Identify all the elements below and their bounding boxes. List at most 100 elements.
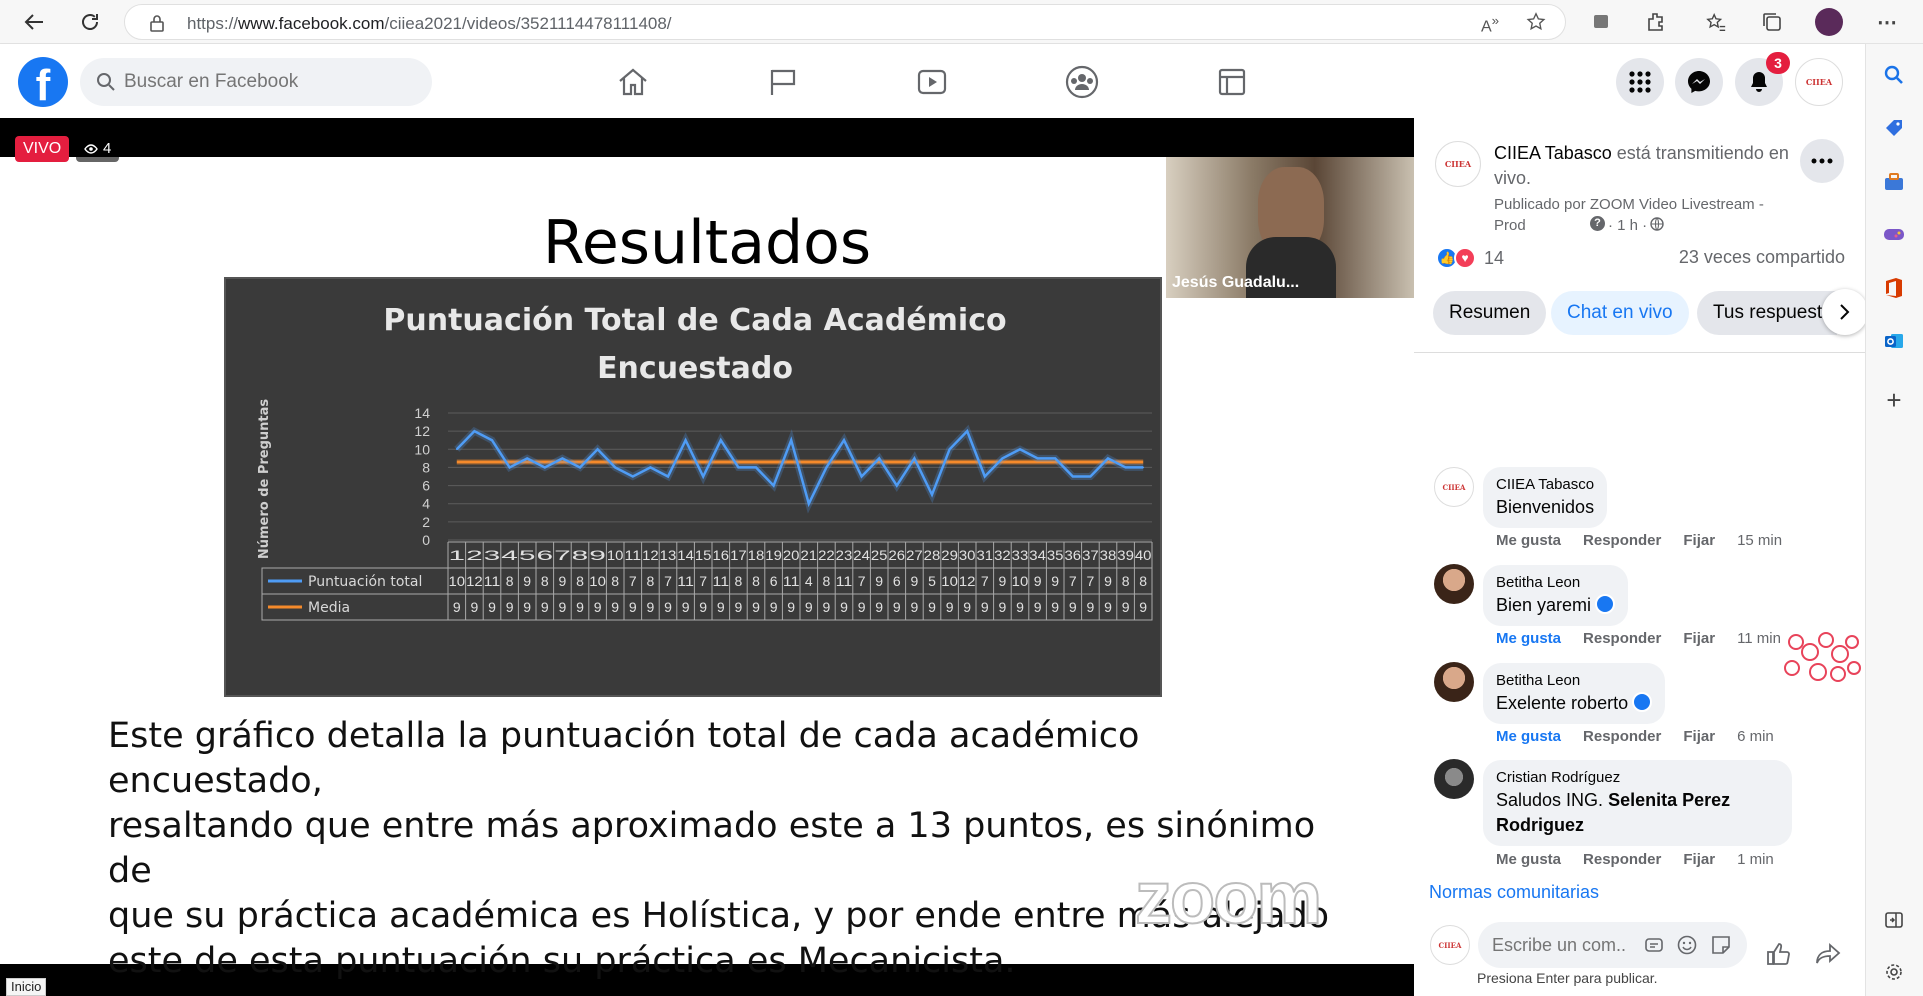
groups-icon[interactable]	[1060, 60, 1104, 104]
comment-time[interactable]: 6 min	[1737, 728, 1774, 745]
comment-avatar[interactable]: CIIEA	[1434, 467, 1474, 507]
x-tick-label: 40	[1135, 547, 1152, 563]
pin-link[interactable]: Fijar	[1683, 728, 1715, 745]
pin-link[interactable]: Fijar	[1683, 630, 1715, 647]
account-avatar[interactable]: CIIEA	[1795, 58, 1843, 106]
data-label: 9	[1034, 573, 1042, 589]
x-tick-label: 2	[466, 547, 483, 563]
sidebar-search-icon[interactable]	[1880, 61, 1908, 89]
data-label: 9	[1139, 599, 1147, 615]
comment-author[interactable]: Betitha Leon	[1496, 671, 1652, 691]
gaming-icon[interactable]	[1210, 60, 1254, 104]
like-link[interactable]: Me gusta	[1496, 851, 1561, 868]
add-sidebar-app-icon[interactable]: +	[1880, 385, 1908, 415]
tab-summary[interactable]: Resumen	[1433, 291, 1547, 335]
x-tick-label: 33	[1012, 547, 1029, 563]
share-arrow-icon[interactable]	[1815, 942, 1841, 966]
data-label: 9	[506, 599, 514, 615]
outlook-icon[interactable]	[1880, 327, 1908, 355]
page-name[interactable]: CIIEA Tabasco	[1494, 143, 1612, 163]
comment-author[interactable]: Cristian Rodríguez	[1496, 768, 1779, 788]
lock-icon[interactable]	[149, 14, 165, 32]
search-box[interactable]	[80, 58, 432, 106]
office-icon[interactable]	[1880, 274, 1908, 302]
add-favorite-icon[interactable]	[1525, 11, 1547, 33]
pin-link[interactable]: Fijar	[1683, 851, 1715, 868]
community-standards-link[interactable]: Normas comunitarias	[1429, 882, 1599, 903]
data-point	[1054, 457, 1056, 460]
help-icon[interactable]: ?	[1590, 216, 1605, 231]
read-aloud-icon[interactable]: A»	[1481, 13, 1499, 36]
like-link[interactable]: Me gusta	[1496, 532, 1561, 549]
y-tick-label: 6	[422, 478, 430, 494]
hearts-animation-icon	[1782, 628, 1862, 684]
tools-briefcase-icon[interactable]	[1880, 168, 1908, 196]
address-bar[interactable]: https://www.facebook.com/ciiea2021/video…	[124, 4, 1566, 40]
tab-live-chat[interactable]: Chat en vivo	[1551, 291, 1689, 335]
share-count[interactable]: 23 veces compartido	[1672, 247, 1845, 268]
thumbs-up-icon[interactable]	[1766, 941, 1792, 967]
back-arrow-icon[interactable]	[18, 6, 50, 38]
comment-bubble: CIIEA Tabasco Bienvenidos	[1483, 467, 1608, 528]
hide-sidebar-icon[interactable]	[1880, 906, 1908, 934]
collections-icon[interactable]	[1759, 9, 1785, 35]
speaker-video-thumbnail[interactable]: Jesús Guadalu...	[1166, 157, 1414, 298]
data-label: 8	[752, 573, 760, 589]
slide-body-line: Este gráfico detalla la puntuación total…	[108, 716, 1140, 801]
reply-link[interactable]: Responder	[1583, 851, 1661, 868]
menu-grid-icon[interactable]	[1616, 58, 1664, 106]
favorites-icon[interactable]	[1703, 9, 1729, 35]
more-options-icon[interactable]	[1800, 139, 1844, 183]
comment-input[interactable]	[1492, 922, 1627, 968]
page-avatar[interactable]: CIIEA	[1435, 141, 1481, 187]
comment-bubble: Betitha Leon Bien yaremi	[1483, 565, 1629, 626]
reply-link[interactable]: Responder	[1583, 532, 1661, 549]
messenger-icon[interactable]	[1675, 58, 1723, 106]
comment-time[interactable]: 15 min	[1737, 532, 1782, 549]
comment-time[interactable]: 1 min	[1737, 851, 1774, 868]
pages-flag-icon[interactable]	[761, 60, 805, 104]
data-label: 7	[858, 573, 866, 589]
comment-composer[interactable]	[1478, 922, 1747, 968]
data-point	[913, 457, 916, 460]
sticker-icon[interactable]	[1644, 935, 1664, 955]
x-tick-label: 8	[572, 547, 589, 563]
data-point	[508, 466, 511, 469]
home-icon[interactable]	[611, 60, 655, 104]
gif-sticker-icon[interactable]	[1710, 934, 1732, 956]
reactions-summary[interactable]: 👍 ♥ 14	[1436, 246, 1504, 270]
emoji-icon[interactable]	[1676, 934, 1698, 956]
comment-time[interactable]: 11 min	[1737, 630, 1781, 647]
pin-link[interactable]: Fijar	[1683, 532, 1715, 549]
facebook-logo[interactable]: f	[18, 57, 68, 107]
collections-flag-icon[interactable]	[1588, 9, 1614, 35]
url-text[interactable]: https://www.facebook.com/ciiea2021/video…	[187, 14, 672, 34]
comment-author[interactable]: Betitha Leon	[1496, 573, 1615, 593]
chevron-right-icon[interactable]	[1822, 289, 1868, 335]
search-input[interactable]	[124, 58, 414, 106]
comment-avatar[interactable]	[1434, 759, 1474, 799]
watch-video-icon[interactable]	[910, 60, 954, 104]
reload-icon[interactable]	[74, 6, 106, 38]
games-icon[interactable]	[1880, 220, 1908, 248]
x-tick-label: 34	[1029, 547, 1046, 563]
data-point	[649, 466, 652, 469]
comment-author[interactable]: CIIEA Tabasco	[1496, 475, 1594, 495]
data-label: 9	[928, 599, 936, 615]
sidebar-settings-gear-icon[interactable]	[1880, 958, 1908, 986]
like-link[interactable]: Me gusta	[1496, 728, 1561, 745]
reply-link[interactable]: Responder	[1583, 728, 1661, 745]
comment-actions: Me gusta Responder Fijar 11 min	[1496, 630, 1803, 647]
data-point	[1019, 448, 1021, 451]
settings-more-icon[interactable]: ⋯	[1874, 9, 1900, 35]
reply-link[interactable]: Responder	[1583, 630, 1661, 647]
comment-avatar[interactable]	[1434, 662, 1474, 702]
shopping-tag-icon[interactable]	[1880, 114, 1908, 142]
post-time[interactable]: · 1 h ·	[1608, 215, 1647, 236]
extensions-icon[interactable]	[1643, 9, 1669, 35]
x-tick-label: 29	[941, 547, 958, 563]
tab-your-answers[interactable]: Tus respuestas	[1697, 291, 1837, 335]
comment-avatar[interactable]	[1434, 564, 1474, 604]
profile-avatar[interactable]	[1815, 8, 1843, 36]
like-link[interactable]: Me gusta	[1496, 630, 1561, 647]
